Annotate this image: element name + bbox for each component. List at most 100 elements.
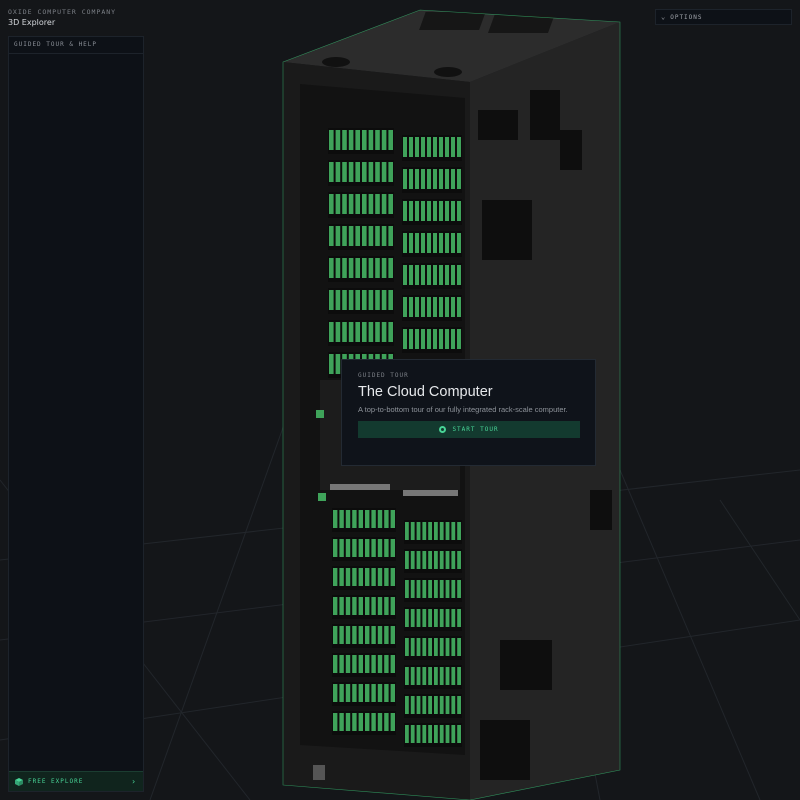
- drive-sled: [451, 609, 456, 627]
- drive-sled: [388, 258, 393, 278]
- drive-sled: [329, 130, 334, 150]
- drive-sled: [416, 580, 421, 598]
- drive-sled: [403, 297, 407, 317]
- drive-sled: [457, 329, 461, 349]
- drive-sled: [333, 713, 338, 731]
- drive-sled: [415, 201, 419, 221]
- drive-sled: [445, 329, 449, 349]
- drive-sled: [390, 568, 395, 586]
- drive-sled: [352, 539, 357, 557]
- drive-sled: [415, 169, 419, 189]
- start-tour-label: START TOUR: [452, 426, 499, 433]
- drive-sled: [439, 725, 444, 743]
- options-dropdown[interactable]: ⌄ OPTIONS: [655, 9, 792, 25]
- drive-sled: [339, 539, 344, 557]
- drive-sled: [451, 638, 456, 656]
- drive-sled: [352, 568, 357, 586]
- drive-sled: [410, 609, 415, 627]
- drive-sled: [348, 258, 354, 278]
- drive-sled: [439, 169, 443, 189]
- drive-sled: [352, 626, 357, 644]
- drive-sled: [439, 580, 444, 598]
- drive-sled: [390, 539, 395, 557]
- drive-sled: [329, 258, 334, 278]
- drive-sled: [421, 169, 425, 189]
- drive-sled: [434, 696, 438, 714]
- guided-tour-help-panel: GUIDED TOUR & HELP FREE EXPLORE ›: [8, 36, 144, 792]
- drive-sled: [355, 130, 360, 150]
- drive-sled: [375, 194, 380, 214]
- drive-sled: [335, 258, 341, 278]
- drive-sled: [381, 322, 387, 342]
- drive-sled: [371, 539, 376, 557]
- drive-sled: [428, 667, 432, 685]
- drive-sled: [439, 233, 443, 253]
- start-tour-button[interactable]: START TOUR: [358, 421, 580, 438]
- drive-sled: [439, 696, 444, 714]
- drive-sled: [375, 130, 380, 150]
- drive-sled: [405, 522, 409, 540]
- drive-sled: [345, 597, 351, 615]
- drive-sled: [451, 169, 455, 189]
- drive-sled: [416, 609, 421, 627]
- drive-sled: [428, 609, 432, 627]
- drive-sled: [384, 568, 389, 586]
- drive-sled: [358, 684, 363, 702]
- drive-sled: [371, 713, 376, 731]
- drive-sled: [381, 290, 387, 310]
- drive-sled: [439, 201, 443, 221]
- drive-sled: [433, 329, 437, 349]
- drive-sled: [335, 130, 341, 150]
- drive-sled: [434, 609, 438, 627]
- drive-sled: [428, 638, 432, 656]
- drive-sled: [428, 696, 432, 714]
- drive-sled: [371, 684, 376, 702]
- drive-sled: [445, 580, 450, 598]
- drive-sled: [388, 226, 393, 246]
- drive-sled: [390, 713, 395, 731]
- drive-sled: [445, 725, 450, 743]
- drive-sled: [381, 162, 387, 182]
- drive-sled: [416, 551, 421, 569]
- drive-sled: [365, 568, 370, 586]
- drive-sled: [348, 130, 354, 150]
- drive-sled: [409, 329, 413, 349]
- drive-sled: [342, 162, 347, 182]
- drive-sled: [365, 597, 370, 615]
- drive-sled: [375, 162, 380, 182]
- drive-sled: [415, 297, 419, 317]
- drive-sled: [362, 162, 367, 182]
- drive-sled: [339, 713, 344, 731]
- drive-sled: [434, 522, 438, 540]
- drive-sled: [427, 233, 431, 253]
- drive-sled: [421, 233, 425, 253]
- drive-sled: [355, 162, 360, 182]
- drive-sled: [348, 162, 354, 182]
- drive-sled: [403, 233, 407, 253]
- drive-sled: [329, 322, 334, 342]
- cube-icon: [15, 777, 23, 786]
- drive-sled: [405, 696, 409, 714]
- drive-sled: [445, 696, 450, 714]
- drive-sled: [342, 258, 347, 278]
- drive-sled: [415, 233, 419, 253]
- drive-sled: [352, 713, 357, 731]
- drive-sled: [390, 655, 395, 673]
- drive-sled: [390, 626, 395, 644]
- drive-sled: [352, 597, 357, 615]
- drive-sled: [377, 713, 383, 731]
- drive-sled: [409, 201, 413, 221]
- drive-sled: [457, 297, 461, 317]
- drive-sled: [365, 626, 370, 644]
- drive-sled: [381, 226, 387, 246]
- drive-sled: [348, 290, 354, 310]
- drive-sled: [358, 713, 363, 731]
- drive-sled: [345, 713, 351, 731]
- drive-sled: [445, 201, 449, 221]
- free-explore-button[interactable]: FREE EXPLORE ›: [9, 771, 143, 791]
- drive-sled: [384, 626, 389, 644]
- panel-title: GUIDED TOUR & HELP: [9, 37, 143, 54]
- drive-sled: [422, 638, 427, 656]
- drive-sled: [365, 655, 370, 673]
- drive-sled: [342, 130, 347, 150]
